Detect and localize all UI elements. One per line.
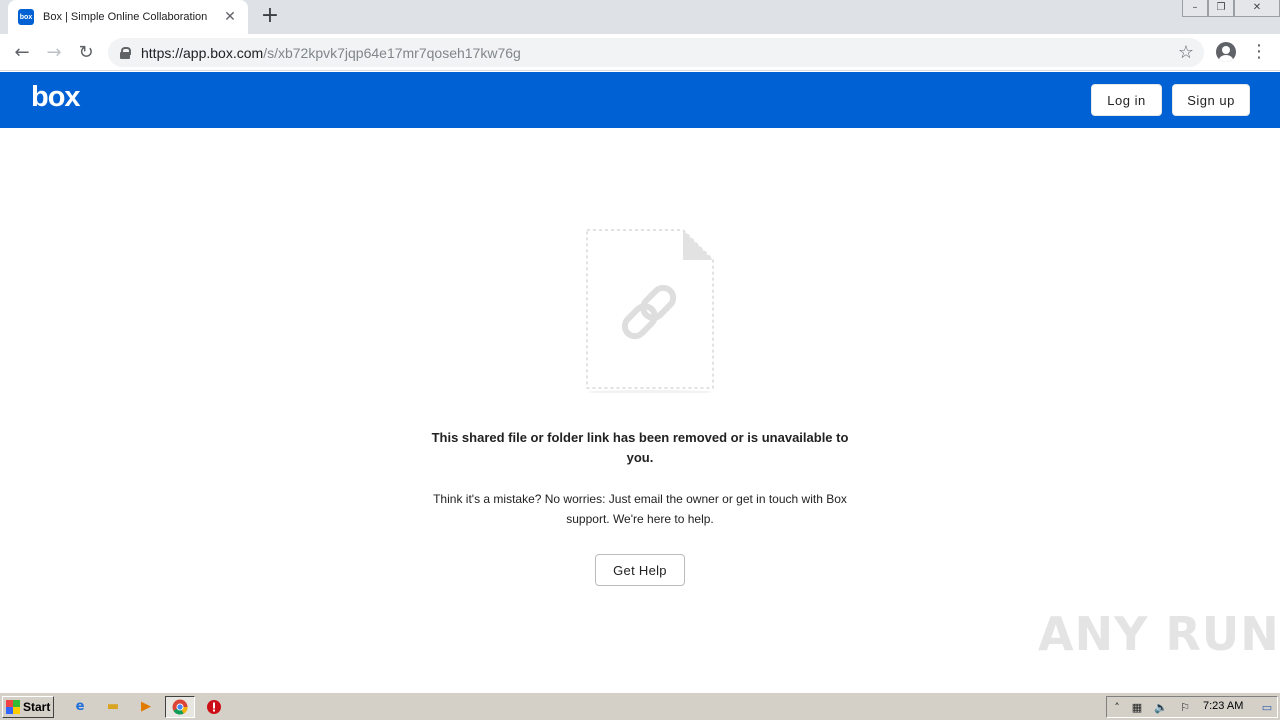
tab-title: Box | Simple Online Collaboration xyxy=(43,11,208,23)
system-tray: ˄ ▦ 🔈 ⚐ 7:23 AM ▭ xyxy=(1106,696,1278,718)
bookmark-star-icon[interactable]: ☆ xyxy=(1178,42,1194,63)
restore-icon[interactable]: ❐ xyxy=(1208,0,1234,17)
windows-logo-icon xyxy=(6,700,20,714)
browser-menu-icon[interactable]: ⋮ xyxy=(1250,40,1268,64)
url-path: /s/xb72kpvk7jqp64e17mr7qoseh17kw76g xyxy=(263,44,521,61)
internet-explorer-icon[interactable]: e xyxy=(71,698,89,716)
url-host: https://app.box.com xyxy=(141,44,264,61)
login-button[interactable]: Log in xyxy=(1091,84,1162,116)
media-player-icon[interactable]: ▶ xyxy=(137,698,155,716)
chrome-taskbar-icon[interactable] xyxy=(165,696,195,718)
minimize-icon[interactable]: – xyxy=(1182,0,1208,17)
profile-icon[interactable] xyxy=(1216,42,1236,62)
browser-toolbar: ← → ↻ https://app.box.com/s/xb72kpvk7jqp… xyxy=(0,34,1280,71)
error-title: This shared file or folder link has been… xyxy=(431,430,849,465)
show-desktop-icon[interactable]: ▭ xyxy=(1259,700,1275,716)
forward-arrow-icon[interactable]: → xyxy=(40,39,68,67)
network-icon[interactable]: ▦ xyxy=(1129,700,1145,716)
box-logo[interactable]: box xyxy=(31,81,81,114)
tab-close-icon[interactable]: ✕ xyxy=(222,9,238,25)
lock-icon xyxy=(120,46,131,59)
broken-link-file-icon xyxy=(586,229,714,393)
new-tab-icon[interactable]: + xyxy=(258,5,282,29)
window-close-icon[interactable]: ✕ xyxy=(1234,0,1280,17)
volume-icon[interactable]: 🔈 xyxy=(1153,700,1169,716)
box-favicon-icon: box xyxy=(18,9,34,25)
file-explorer-icon[interactable]: ▬ xyxy=(104,698,122,716)
browser-tab[interactable]: box Box | Simple Online Collaboration ✕ xyxy=(8,0,248,34)
get-help-button[interactable]: Get Help xyxy=(595,554,685,586)
browser-tabstrip: box Box | Simple Online Collaboration ✕ … xyxy=(0,0,1280,34)
start-button[interactable]: Start xyxy=(2,696,54,718)
signup-button[interactable]: Sign up xyxy=(1172,84,1250,116)
address-bar[interactable]: https://app.box.com/s/xb72kpvk7jqp64e17m… xyxy=(108,38,1204,67)
anyrun-watermark: ANY RUN xyxy=(1038,607,1280,661)
chrome-icon xyxy=(172,699,188,715)
start-label: Start xyxy=(23,700,51,714)
window-controls: – ❐ ✕ xyxy=(1182,0,1280,17)
url-text: https://app.box.com/s/xb72kpvk7jqp64e17m… xyxy=(141,45,521,61)
show-hidden-icons-icon[interactable]: ˄ xyxy=(1109,700,1125,716)
reload-icon[interactable]: ↻ xyxy=(72,39,100,67)
taskbar: Start e ▬ ▶ ˄ ▦ 🔈 ⚐ 7:23 AM ▭ xyxy=(0,692,1280,720)
opera-icon[interactable] xyxy=(205,698,223,716)
box-header: box Log in Sign up xyxy=(0,72,1280,128)
action-center-flag-icon[interactable]: ⚐ xyxy=(1177,700,1193,716)
taskbar-clock[interactable]: 7:23 AM xyxy=(1203,700,1243,712)
opera-logo xyxy=(207,700,221,714)
error-description: Think it's a mistake? No worries: Just e… xyxy=(433,492,847,526)
back-arrow-icon[interactable]: ← xyxy=(8,39,36,67)
